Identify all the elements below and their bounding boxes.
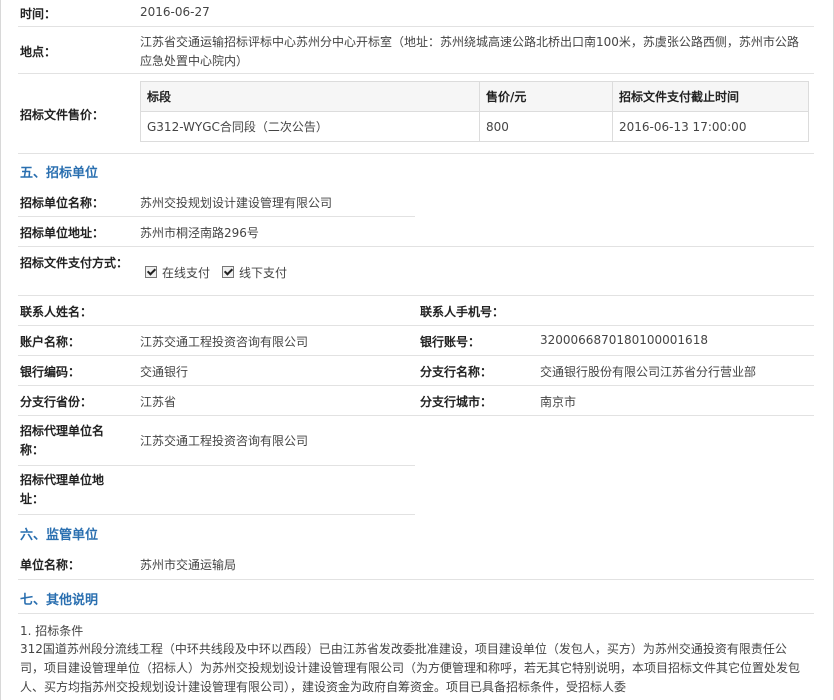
- notes-item-1-title: 1. 招标条件: [20, 624, 84, 638]
- section-5-title: 五、招标单位: [20, 166, 99, 181]
- divider: [18, 613, 814, 614]
- section-6-title: 六、监管单位: [20, 528, 99, 543]
- divider: [18, 216, 415, 217]
- pay-online-label: 在线支付: [162, 266, 211, 280]
- tenderer-addr-value: 苏州市桐泾南路296号: [140, 226, 259, 240]
- divider: [18, 465, 415, 466]
- branch-name-label: 分支行名称：: [420, 365, 493, 379]
- branch-province-value: 江苏省: [140, 395, 177, 409]
- bank-code-label: 银行编码：: [20, 365, 81, 379]
- notes-item-1-text: 312国道苏州段分流线工程（中环共线段及中环以西段）已由江苏省发改委批准建设，项…: [20, 642, 801, 694]
- branch-province-label: 分支行省份：: [20, 395, 93, 409]
- divider: [18, 295, 814, 296]
- branch-name-value: 交通银行股份有限公司江苏省分行营业部: [540, 365, 757, 379]
- divider: [18, 355, 814, 356]
- agent-name-label: 招标代理单位名称：: [20, 424, 105, 457]
- table-row: G312-WYGC合同段（二次公告） 800 2016-06-13 17:00:…: [140, 111, 809, 142]
- checkbox-checked-icon[interactable]: [145, 266, 157, 278]
- branch-city-value: 南京市: [540, 395, 577, 409]
- account-name-value: 江苏交通工程投资咨询有限公司: [140, 335, 309, 349]
- contact-name-label: 联系人姓名：: [20, 305, 93, 319]
- divider: [18, 73, 814, 74]
- branch-city-label: 分支行城市：: [420, 395, 493, 409]
- checkbox-checked-icon[interactable]: [222, 266, 234, 278]
- pay-offline-option[interactable]: 线下支付: [222, 264, 287, 281]
- divider: [18, 514, 415, 515]
- fee-table: 标段 售价/元 招标文件支付截止时间 G312-WYGC合同段（二次公告） 80…: [140, 81, 809, 142]
- agent-addr-label: 招标代理单位地址：: [20, 473, 105, 506]
- divider: [18, 385, 814, 386]
- divider: [18, 26, 814, 27]
- divider: [18, 153, 814, 154]
- pay-method-label: 招标文件支付方式：: [20, 256, 129, 270]
- section-7-title: 七、其他说明: [20, 593, 99, 608]
- fee-table-header-row: 标段 售价/元 招标文件支付截止时间: [140, 81, 809, 112]
- fee-col-deadline: 招标文件支付截止时间: [612, 81, 809, 112]
- divider: [18, 415, 814, 416]
- fee-cell-price: 800: [479, 111, 613, 142]
- pay-online-option[interactable]: 在线支付: [145, 264, 210, 281]
- fee-cell-section: G312-WYGC合同段（二次公告）: [140, 111, 480, 142]
- place-value: 江苏省交通运输招标评标中心苏州分中心开标室（地址：苏州绕城高速公路北桥出口南10…: [140, 35, 799, 68]
- fee-col-section: 标段: [140, 81, 480, 112]
- place-label: 地点：: [20, 45, 57, 59]
- fee-col-price: 售价/元: [479, 81, 613, 112]
- fee-label: 招标文件售价：: [20, 108, 105, 122]
- fee-cell-deadline: 2016-06-13 17:00:00: [612, 111, 809, 142]
- divider: [18, 325, 814, 326]
- supervisor-name-value: 苏州市交通运输局: [140, 558, 237, 572]
- bank-account-value: 3200066870180100001618: [540, 333, 708, 347]
- account-name-label: 账户名称：: [20, 335, 81, 349]
- divider: [18, 579, 814, 580]
- divider: [18, 246, 814, 247]
- supervisor-name-label: 单位名称：: [20, 558, 81, 572]
- tenderer-addr-label: 招标单位地址：: [20, 226, 105, 240]
- tenderer-name-value: 苏州交投规划设计建设管理有限公司: [140, 196, 333, 210]
- tenderer-name-label: 招标单位名称：: [20, 196, 105, 210]
- bank-code-value: 交通银行: [140, 365, 189, 379]
- time-label: 时间：: [20, 7, 57, 21]
- contact-mobile-label: 联系人手机号：: [420, 305, 505, 319]
- agent-name-value: 江苏交通工程投资咨询有限公司: [140, 434, 309, 448]
- pay-offline-label: 线下支付: [239, 266, 288, 280]
- bank-account-label: 银行账号：: [420, 335, 481, 349]
- time-value: 2016-06-27: [140, 5, 210, 19]
